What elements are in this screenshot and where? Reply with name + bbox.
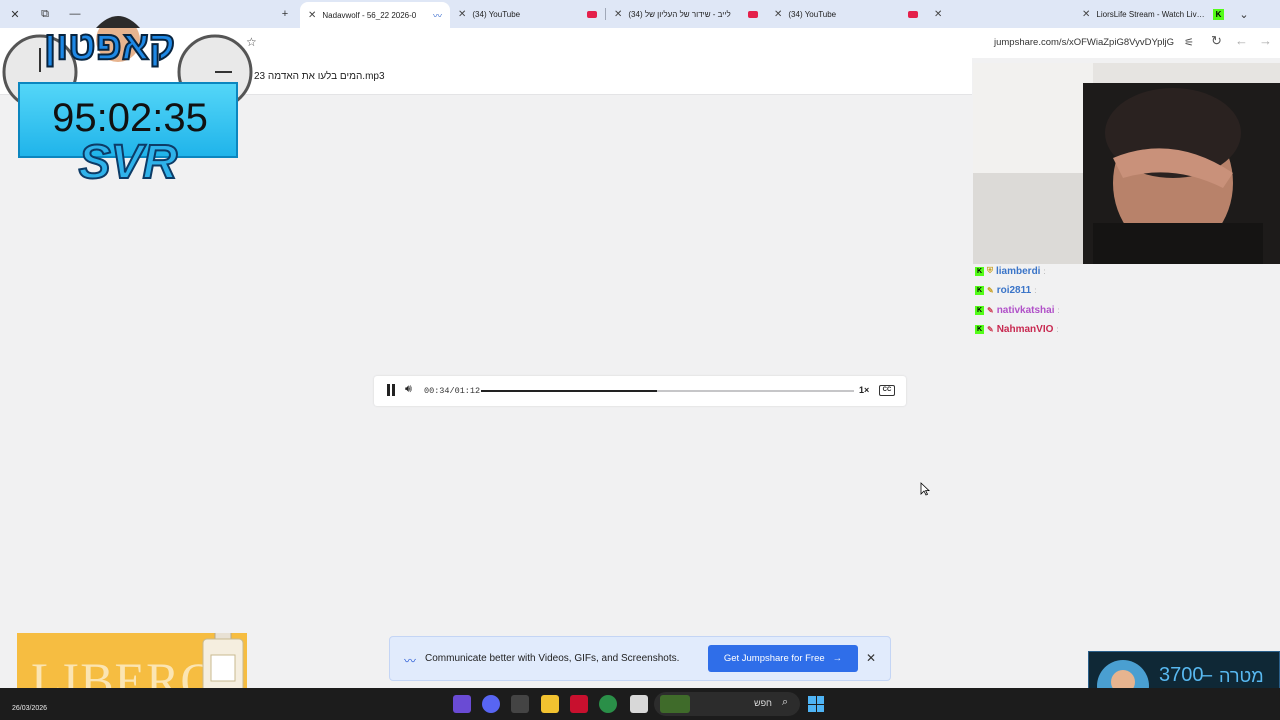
kick-badge-icon: K xyxy=(975,285,984,295)
chat-text: : xyxy=(1034,285,1037,295)
taskbar: 26/03/2026 חפש ⌕ xyxy=(0,688,1280,720)
chat-message: K ✎ nativkatshai : xyxy=(975,303,1060,317)
cta-label: Get Jumpshare for Free xyxy=(723,653,825,664)
goal-dash: – xyxy=(1201,664,1213,686)
windows-start-icon[interactable] xyxy=(808,696,824,712)
file-name: המים בלעו את האדמה 23.mp3 xyxy=(254,71,385,82)
pause-icon[interactable] xyxy=(386,384,396,396)
kick-icon: K xyxy=(1213,8,1224,20)
sub-badge-icon: ✎ xyxy=(987,324,994,334)
app-icon-gray[interactable] xyxy=(511,695,529,713)
banner-text: Communicate better with Videos, GIFs, an… xyxy=(425,653,680,664)
mouse-cursor-icon xyxy=(920,482,930,496)
youtube-icon xyxy=(908,10,918,18)
chat-username: liamberdi xyxy=(996,265,1041,277)
promo-banner: 〰 Communicate better with Videos, GIFs, … xyxy=(389,636,891,681)
tab-title: (34) YouTube xyxy=(472,9,521,19)
screen: ✕ ⧉ — + ✕ Nadavwolf - 56_22 2026-0 〰 ✕ (… xyxy=(0,0,1280,720)
shield-badge-icon: ⛨ xyxy=(987,266,993,275)
stream-chat: K ⛨ liamberdi : K ✎ roi2811 : K ✎ nativk… xyxy=(973,264,1280,354)
window-icon[interactable] xyxy=(630,695,648,713)
jumpshare-icon: 〰 xyxy=(432,10,442,21)
chrome-icon[interactable] xyxy=(599,695,617,713)
kick-badge-icon: K xyxy=(975,324,984,334)
forward-icon[interactable]: → xyxy=(1259,33,1272,48)
jumpshare-logo-icon: 〰 xyxy=(404,654,417,668)
reload-icon[interactable]: ↻ xyxy=(1211,33,1222,49)
chat-text: : xyxy=(1057,305,1060,315)
tab-title: (34) YouTube xyxy=(788,9,837,19)
playback-time: 00:34/01:12 xyxy=(424,386,481,396)
close-tab-icon[interactable]: ✕ xyxy=(308,10,316,21)
playback-speed-button[interactable]: 1× xyxy=(859,385,869,395)
arrow-right-icon: → xyxy=(832,653,843,664)
kick-badge-icon: K xyxy=(975,266,984,276)
app-icon-purple[interactable] xyxy=(453,695,471,713)
search-icon: ⌕ xyxy=(782,696,789,708)
chat-username: nativkatshai xyxy=(996,304,1055,316)
close-tab-icon[interactable]: ✕ xyxy=(934,9,942,20)
timer-overlay: קאפטון 95:02:35 SVR xyxy=(0,0,256,190)
kick-badge-icon: K xyxy=(975,305,984,315)
tab-title: Nadavwolf - 56_22 2026-0 xyxy=(322,10,417,20)
search-highlight-icon xyxy=(660,695,690,713)
youtube-icon xyxy=(587,10,597,18)
tab-title: LiorsLife Stream - Watch Live on xyxy=(1096,9,1207,19)
tab-title: (34) לייב - שידור של העליון של xyxy=(628,9,731,19)
webcam-image xyxy=(973,63,1280,264)
site-settings-icon[interactable]: ⚟ xyxy=(1184,36,1194,49)
back-icon[interactable]: ← xyxy=(1235,33,1248,48)
tab-search-button[interactable]: ⌄ xyxy=(1232,0,1256,28)
seek-bar[interactable] xyxy=(481,390,854,392)
tab-youtube-2[interactable]: ✕ (34) לייב - שידור של העליון של xyxy=(606,0,766,28)
address-bar[interactable]: ☆ jumpshare.com/s/xOFWiaZpiG8VyvDYpljG ⚟ xyxy=(240,31,1200,55)
chat-username: NahmanVIO xyxy=(996,323,1054,335)
close-tab-icon[interactable]: ✕ xyxy=(458,9,466,20)
goal-label: מטרה xyxy=(1219,666,1264,686)
tab-blank[interactable]: ✕ xyxy=(926,0,1074,28)
volume-icon[interactable]: 🔊︎ xyxy=(405,383,412,396)
chat-message: K ✎ NahmanVIO : xyxy=(975,322,1059,336)
chat-message: K ✎ roi2811 : xyxy=(975,283,1036,297)
close-tab-icon[interactable]: ✕ xyxy=(774,9,782,20)
close-tab-icon[interactable]: ✕ xyxy=(1082,9,1090,20)
tab-active[interactable]: ✕ Nadavwolf - 56_22 2026-0 〰 xyxy=(300,2,450,28)
sub-badge-icon: ✎ xyxy=(987,285,994,295)
seek-bar-progress xyxy=(481,390,658,392)
taskbar-search-placeholder: חפש xyxy=(754,698,772,708)
close-tab-icon[interactable]: ✕ xyxy=(614,9,622,20)
chat-text: : xyxy=(1056,324,1059,334)
audio-player: 🔊︎ 00:34/01:12 1× CC xyxy=(374,376,906,406)
new-tab-button[interactable]: + xyxy=(270,0,300,28)
tab-youtube-3[interactable]: ✕ (34) YouTube xyxy=(766,0,926,28)
youtube-icon xyxy=(748,10,758,18)
overlay-heading: קאפטון xyxy=(43,23,176,69)
get-jumpshare-button[interactable]: Get Jumpshare for Free → xyxy=(708,645,858,672)
app-icon-red[interactable] xyxy=(570,695,588,713)
taskbar-search[interactable]: חפש ⌕ xyxy=(654,692,800,716)
timer-label: SVR xyxy=(78,135,179,190)
webcam-feed xyxy=(973,63,1280,264)
folder-icon[interactable] xyxy=(541,695,559,713)
sub-badge-icon: ✎ xyxy=(987,305,994,315)
close-banner-icon[interactable]: ✕ xyxy=(866,651,876,665)
chat-message: K ⛨ liamberdi : xyxy=(975,264,1046,278)
captions-button[interactable]: CC xyxy=(879,385,895,396)
goal-value: 3700 xyxy=(1159,664,1204,686)
taskbar-date: 26/03/2026 xyxy=(12,705,48,712)
tab-kick[interactable]: ✕ LiorsLife Stream - Watch Live on K xyxy=(1074,0,1232,28)
chat-username: roi2811 xyxy=(996,284,1032,296)
url-text: jumpshare.com/s/xOFWiaZpiG8VyvDYpljG xyxy=(993,37,1174,48)
discord-icon[interactable] xyxy=(482,695,500,713)
chat-text: : xyxy=(1043,266,1046,276)
tab-youtube-1[interactable]: ✕ (34) YouTube xyxy=(450,0,605,28)
